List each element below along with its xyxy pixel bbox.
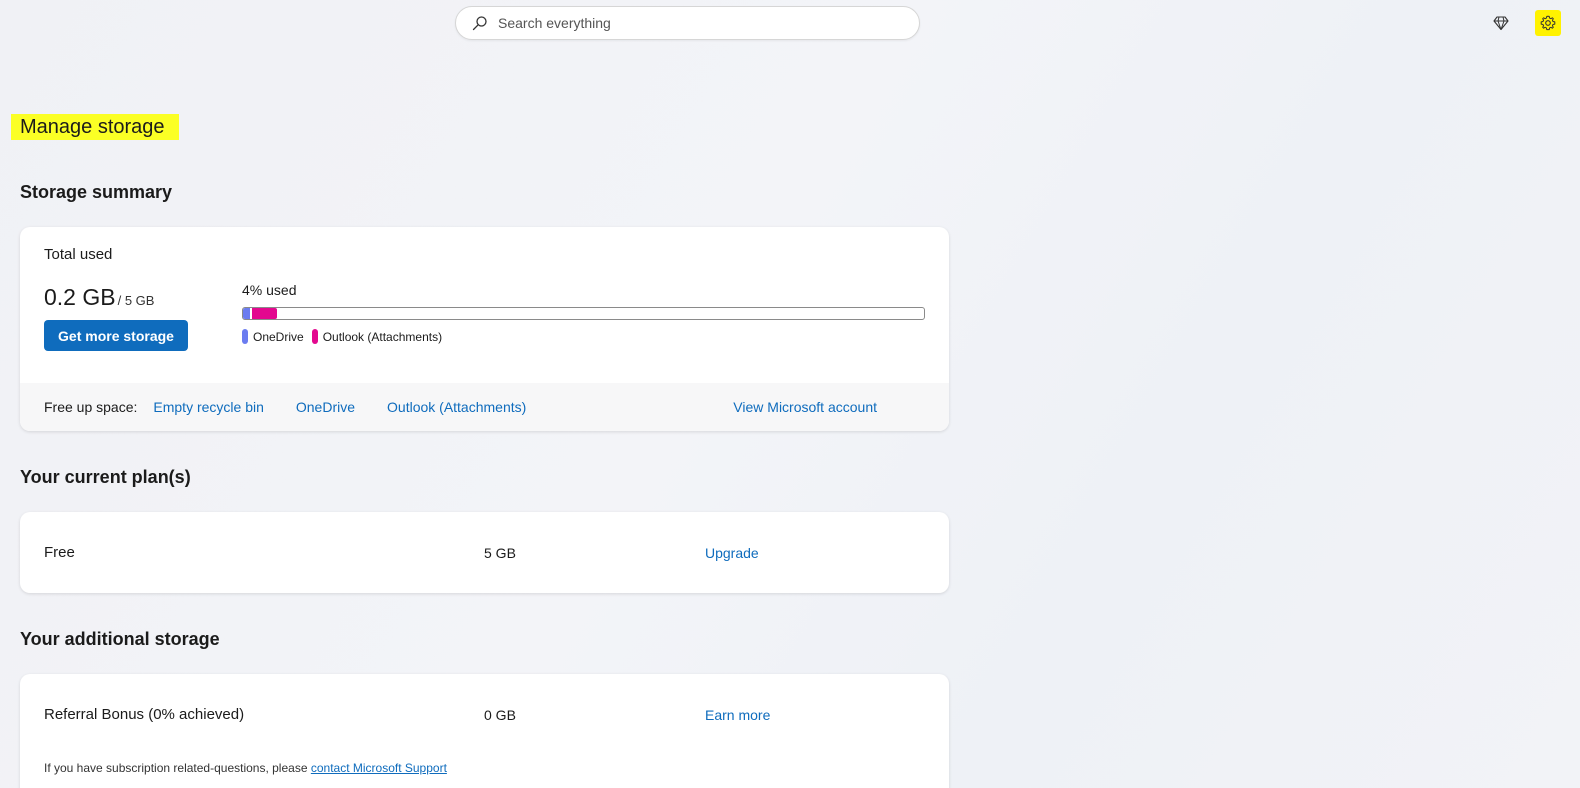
- legend-swatch: [242, 329, 248, 344]
- usage-legend: OneDrive Outlook (Attachments): [242, 329, 450, 344]
- storage-usage-bar: [242, 307, 925, 320]
- top-bar: [0, 0, 1580, 48]
- onedrive-link[interactable]: OneDrive: [296, 399, 355, 415]
- referral-bonus-size: 0 GB: [484, 707, 516, 723]
- diamond-icon: [1493, 16, 1509, 31]
- settings-button[interactable]: [1535, 10, 1561, 36]
- support-text: If you have subscription related-questio…: [44, 761, 308, 775]
- legend-swatch: [311, 329, 318, 344]
- search-icon: [472, 16, 487, 31]
- search-box[interactable]: [455, 6, 920, 40]
- referral-bonus-name: Referral Bonus (0% achieved): [44, 706, 245, 723]
- search-input[interactable]: [498, 15, 898, 31]
- legend-item-onedrive: OneDrive: [242, 329, 304, 344]
- contact-support-link[interactable]: contact Microsoft Support: [311, 761, 447, 775]
- usage-segment-onedrive: [243, 308, 250, 319]
- legend-label: OneDrive: [253, 329, 304, 344]
- page-title: Manage storage: [11, 114, 179, 140]
- plan-name: Free: [44, 544, 75, 561]
- usage-segment-outlook: [252, 308, 277, 319]
- percent-used-label: 4% used: [242, 282, 297, 298]
- support-note: If you have subscription related-questio…: [44, 761, 447, 775]
- used-amount: 0.2 GB / 5 GB: [44, 284, 154, 311]
- gear-icon: [1540, 15, 1556, 31]
- total-used-label: Total used: [44, 246, 113, 263]
- outlook-attachments-link[interactable]: Outlook (Attachments): [387, 399, 526, 415]
- legend-label: Outlook (Attachments): [322, 329, 443, 344]
- get-more-storage-button[interactable]: Get more storage: [44, 320, 188, 351]
- current-plans-heading: Your current plan(s): [20, 467, 191, 487]
- storage-summary-heading: Storage summary: [20, 182, 173, 202]
- empty-recycle-bin-link[interactable]: Empty recycle bin: [153, 399, 263, 415]
- storage-summary-card: Total used 0.2 GB / 5 GB Get more storag…: [20, 227, 949, 431]
- legend-item-outlook: Outlook (Attachments): [311, 329, 443, 344]
- upgrade-link[interactable]: Upgrade: [705, 545, 759, 561]
- free-up-space-row: Free up space: Empty recycle bin OneDriv…: [20, 383, 949, 431]
- total-capacity: / 5 GB: [117, 293, 155, 308]
- plan-size: 5 GB: [484, 545, 516, 561]
- view-microsoft-account-link[interactable]: View Microsoft account: [733, 399, 877, 415]
- premium-button[interactable]: [1488, 10, 1514, 36]
- used-value: 0.2 GB: [44, 284, 116, 310]
- earn-more-link[interactable]: Earn more: [705, 707, 770, 723]
- additional-storage-card: Referral Bonus (0% achieved) 0 GB Earn m…: [20, 674, 949, 788]
- free-up-space-label: Free up space:: [44, 399, 138, 415]
- current-plan-card: Free 5 GB Upgrade: [20, 512, 949, 593]
- additional-storage-heading: Your additional storage: [20, 629, 220, 649]
